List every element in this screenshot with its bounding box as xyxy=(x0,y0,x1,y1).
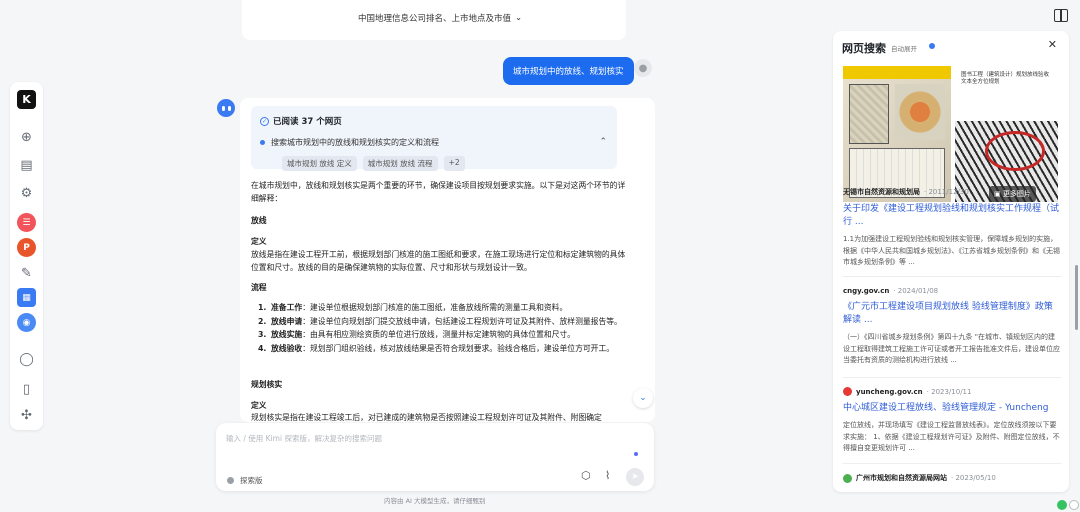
result-source: 广州市规划和自然资源局网站 xyxy=(856,474,947,482)
explore-mode-toggle[interactable]: 探索版 xyxy=(227,475,263,486)
process-step: 1. 准备工作：建设单位根据规划部门核准的施工图纸，准备放线所需的测量工具和资料。 xyxy=(258,303,568,312)
user-message-text: 城市规划中的放线、规划核实 xyxy=(513,67,624,77)
check-icon: ✓ xyxy=(260,116,269,126)
process-step: 4. 放线验收：规划部门组织验线，核对放线结果是否符合规划要求。验线合格后，建设单… xyxy=(258,343,615,353)
query-tag-more[interactable]: +2 xyxy=(443,156,465,171)
query-dot-icon xyxy=(260,140,265,145)
chevron-down-icon: ⌄ xyxy=(515,13,523,23)
definition-label: 定义 xyxy=(251,237,267,246)
process-label: 流程 xyxy=(251,283,267,292)
history-icon[interactable]: ▤ xyxy=(17,156,36,175)
search-result[interactable]: cngy.gov.cn · 2024/01/08 《广元市工程建设项目规划放线 验… xyxy=(843,287,1061,367)
result-source: yuncheng.gov.cn xyxy=(856,387,923,396)
result-title[interactable]: 《广元市工程建设项目规划放线 验线管理制度》政策解读 ... xyxy=(843,301,1061,327)
status-badge-icon[interactable] xyxy=(1057,500,1067,510)
send-button[interactable]: ➤ xyxy=(626,468,644,486)
app-ppt-icon[interactable]: P xyxy=(17,238,36,257)
ai-disclaimer: 内容由 AI 大模型生成，请仔细甄别 xyxy=(384,497,486,505)
phone-icon[interactable]: ▯ xyxy=(17,380,36,399)
left-sidebar: K ⊕ ▤ ⚙ ☰ P ✎ ▦ ◉ ◯ ▯ ✣ xyxy=(10,82,43,430)
new-chat-icon[interactable]: ⊕ xyxy=(17,128,36,147)
app-blue-icon[interactable]: ▦ xyxy=(17,288,36,307)
status-dot xyxy=(634,452,638,456)
result-snippet: （一）《四川省城乡规划条例》第四十九条 "在城市、镇规划区内的建设工程取得建筑工… xyxy=(843,333,1060,364)
kimi-logo[interactable]: K xyxy=(17,90,36,109)
result-source: cngy.gov.cn xyxy=(843,287,890,295)
process-step: 2. 放线申请：建设单位向规划部门提交放线申请，包括建设工程规划许可证及其附件、放… xyxy=(258,316,622,326)
sources-read-label: 已阅读 37 个网页 xyxy=(273,117,342,127)
auto-expand-label: 自动展开 xyxy=(891,45,917,53)
query-tag[interactable]: 城市规划 放线 定义 xyxy=(282,156,357,171)
search-query-text: 搜索城市规划中的放线和规划核实的定义和流程 xyxy=(271,138,439,147)
explore-mode-label: 探索版 xyxy=(240,476,263,485)
user-avatar: ● xyxy=(634,59,652,77)
process-step: 3. 放线实施：由具有相应测绘资质的单位进行放线，测量并标定建筑物的具体位置和尺寸… xyxy=(258,330,576,339)
definition-text: 放线是指在建设工程开工前，根据规划部门核准的施工图纸和要求，在施工现场进行定位和… xyxy=(251,250,626,272)
result-snippet: 定位放线，并现场填写《建设工程监督放线表》。定位放线须按以下要求实施： 1、依据… xyxy=(843,421,1060,452)
pen-icon[interactable]: ✎ xyxy=(17,264,36,283)
section-title-fangxian: 放线 xyxy=(251,216,267,225)
result-title[interactable]: 关于印发《建设工程规划验线和规划核实工作规程（试行 ... xyxy=(843,203,1061,229)
explore-icon[interactable]: ⚙ xyxy=(17,184,36,203)
search-result[interactable]: 无锡市自然资源和规划局 · 2011/12/30 关于印发《建设工程规划验线和规划… xyxy=(843,187,1061,269)
query-tag[interactable]: 城市规划 放线 流程 xyxy=(362,156,438,171)
definition2-text: 规划核实是指在建设工程竣工后，对已建成的建筑物是否按照建设工程规划许可证及其附件… xyxy=(251,413,602,422)
image-thumbnails: 图书工程（建筑设计）规划放线验收文本全方位规划 ▣ 更多图片 xyxy=(843,66,1058,202)
conversation-title-text: 中国地理信息公司排名、上市地点及市值 xyxy=(358,14,512,24)
section-title-hesh: 规划核实 xyxy=(251,380,283,389)
page-scrollbar[interactable] xyxy=(1075,265,1078,330)
favicon-icon xyxy=(843,387,852,396)
app-blue2-icon[interactable]: ◉ xyxy=(17,313,36,332)
toggle-icon xyxy=(227,477,234,484)
document-thumbnail[interactable]: 图书工程（建筑设计）规划放线验收文本全方位规划 xyxy=(955,66,1058,118)
chat-input-placeholder[interactable]: 输入 / 使用 Kimi 探索版，解决复杂的搜索问题 xyxy=(226,433,382,444)
sources-header: ✓ 已阅读 37 个网页 xyxy=(260,115,342,127)
map-thumbnail[interactable] xyxy=(843,66,951,202)
query-tags: 城市规划 放线 定义 城市规划 放线 流程 +2 xyxy=(282,156,465,171)
result-date: · 2024/01/08 xyxy=(893,287,939,295)
web-search-panel: 网页搜索 自动展开 ✕ 图书工程（建筑设计）规划放线验收文本全方位规划 ▣ 更多… xyxy=(833,31,1069,492)
chat-input-box[interactable]: 输入 / 使用 Kimi 探索版，解决复杂的搜索问题 探索版 ⬡ ⌇ ➤ xyxy=(216,423,654,491)
process-steps: 1. 准备工作：建设单位根据规划部门核准的施工图纸，准备放线所需的测量工具和资料。… xyxy=(258,302,628,355)
result-date: · 2011/12/30 xyxy=(924,188,969,196)
thumbnail-caption: 图书工程（建筑设计）规划放线验收文本全方位规划 xyxy=(961,72,1050,85)
result-snippet: 1.1为加强建设工程规划验线和规划核实管理，保障城乡规划的实施，根据《中华人民共… xyxy=(843,235,1060,266)
collapse-chevron-icon[interactable]: ⌃ xyxy=(599,137,607,147)
conversation-title[interactable]: 中国地理信息公司排名、上市地点及市值 ⌄ xyxy=(358,12,522,24)
result-title[interactable]: 中心城区建设工程放线、验线管理规定 - Yuncheng xyxy=(843,402,1061,415)
result-date: · 2023/05/10 xyxy=(951,474,996,482)
favicon-icon xyxy=(843,473,852,483)
search-result[interactable]: yuncheng.gov.cn · 2023/10/11 中心城区建设工程放线、验… xyxy=(843,387,1061,455)
assistant-answer: ✓ 已阅读 37 个网页 搜索城市规划中的放线和规划核实的定义和流程 ⌃ 城市规… xyxy=(240,98,655,422)
user-message: 城市规划中的放线、规划核实 xyxy=(503,57,634,85)
close-icon[interactable]: ✕ xyxy=(1048,38,1057,51)
scroll-down-button[interactable]: ⌄ xyxy=(633,388,653,408)
search-query: 搜索城市规划中的放线和规划核实的定义和流程 xyxy=(260,137,439,148)
auto-expand-toggle[interactable] xyxy=(929,43,935,49)
status-badge-icon[interactable] xyxy=(1069,500,1079,510)
search-result[interactable]: 广州市规划和自然资源局网站 · 2023/05/10 xyxy=(843,473,1061,483)
web-panel-title: 网页搜索 xyxy=(842,42,886,55)
bot-avatar xyxy=(217,99,235,117)
sources-card[interactable]: ✓ 已阅读 37 个网页 搜索城市规划中的放线和规划核实的定义和流程 ⌃ 城市规… xyxy=(251,106,617,171)
answer-intro: 在城市规划中，放线和规划核实是两个重要的环节，确保建设项目按规划要求实施。以下是… xyxy=(251,181,626,203)
result-date: · 2023/10/11 xyxy=(926,387,972,396)
definition2-label: 定义 xyxy=(251,401,267,410)
puzzle-icon[interactable]: ✣ xyxy=(17,406,36,425)
app-red-icon[interactable]: ☰ xyxy=(17,213,36,232)
attach-icon[interactable]: ⌇ xyxy=(605,469,610,482)
panel-toggle-icon[interactable] xyxy=(1054,9,1068,22)
user-icon[interactable]: ◯ xyxy=(17,350,36,369)
result-source: 无锡市自然资源和规划局 xyxy=(843,188,920,196)
cube-icon[interactable]: ⬡ xyxy=(581,469,591,482)
